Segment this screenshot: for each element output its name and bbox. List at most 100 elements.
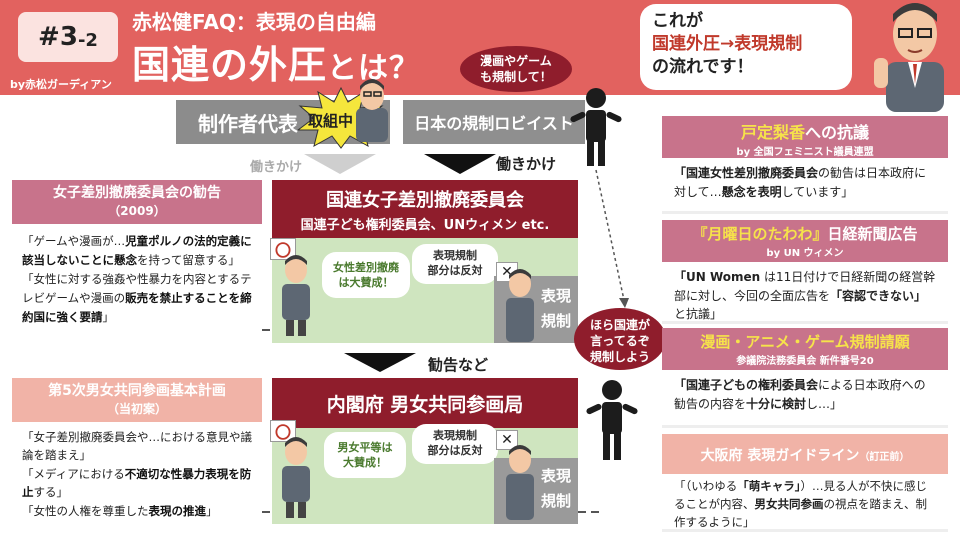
protest-body-d: しています」 — [781, 185, 854, 200]
author-credit: by赤松ガーディアン — [10, 78, 112, 91]
protest-title: 戸定梨香への抗議 — [662, 119, 948, 143]
center-speech-line2: 言ってるぞ — [590, 334, 650, 349]
petition-title: 漫画・アニメ・ゲーム規制請願 — [700, 333, 910, 351]
tawawa-card-body: 「UN Women は11日付けで日経新聞の経営幹部に対し、今回の全面広告を「容… — [662, 262, 948, 324]
tawawa-card-header: 『月曜日のたわわ』日経新聞広告 by UN ウィメン — [662, 220, 948, 262]
gender-plan-p3-c: 」 — [206, 503, 218, 518]
tawawa-body-a: 「UN Women — [674, 270, 761, 284]
un-committee-header: 国連女子差別撤廃委員会 国連子ども権利委員会、UNウィメン etc. — [272, 180, 578, 238]
cabinet-office-title: 内閣府 男女共同参画局 — [326, 394, 524, 416]
cabinet-approve-bubble: 男女平等は 大賛成！ — [324, 432, 406, 478]
petition-sub: 参議院法務委員会 新件番号20 — [736, 356, 874, 367]
osaka-title: 大阪府 表現ガイドライン — [700, 448, 860, 464]
tawawa-title: 『月曜日のたわわ』日経新聞広告 — [662, 223, 948, 244]
cabinet-oppose-bubble: 表現規制 部分は反対 — [412, 424, 498, 464]
un-regulation-label: 表現 規制 — [536, 284, 576, 334]
lobbyist-speech-bubble: 漫画やゲーム も規制して！ — [460, 46, 572, 92]
cedaw-recommendation-header: 女子差別撤廃委員会の勧告 （2009） — [12, 180, 262, 224]
gender-plan-p2-a: 「メディアにおける — [22, 466, 125, 481]
cabinet-approve-line2: 大賛成！ — [343, 456, 387, 470]
cabinet-regulation-label: 表現 規制 — [536, 464, 576, 514]
tawawa-by: by UN ウィメン — [766, 248, 844, 259]
gender-plan-body: 「女子差別撤廃委員会や…における意見や議論を踏まえ」 「メディアにおける不適切な… — [12, 422, 262, 526]
gender-plan-subtitle: （当初案） — [106, 401, 167, 416]
recommendation-label: 勧告など — [428, 356, 489, 374]
cedaw-p2-c: 」 — [102, 309, 115, 324]
un-approve-line2: は大賛成！ — [338, 276, 394, 290]
gender-plan-p3-a: 「女性の人権を尊重した — [22, 503, 149, 518]
creator-avatar-icon — [356, 79, 388, 142]
protest-title-b: への抗議 — [805, 123, 870, 142]
cabinet-oppose-line1: 表現規制 — [433, 429, 477, 442]
un-approve-bubble: 女性差別撤廃 は大賛成！ — [322, 252, 410, 298]
tawawa-title-b: 日経新聞広告 — [827, 225, 918, 243]
center-speech-line3: 規制しよう — [589, 350, 650, 365]
un-regulation-line1: 表現 — [540, 287, 571, 305]
lobbyist-label: 日本の規制ロビイスト — [414, 114, 574, 133]
episode-badge: #3 -2 — [18, 12, 118, 62]
in-progress-badge: 取組中 — [308, 112, 354, 130]
lobbyist-box: 日本の規制ロビイスト — [403, 100, 585, 144]
osaka-body-b: 「萌キャラ」 — [737, 479, 801, 493]
cedaw-paragraph-1: 「ゲームや漫画が…児童ポルノの法的定義に該当しないことに懸念を持って留意する」 — [22, 232, 252, 270]
episode-number: #3 — [38, 22, 78, 52]
cedaw-paragraph-2: 「女性に対する強姦や性暴力を内容とするテレビゲームや漫画の販売を禁止することを締… — [22, 270, 252, 327]
cedaw-year: （2009） — [108, 203, 166, 218]
arrow-down-dark-icon — [424, 154, 496, 174]
cabinet-reject-person-icon — [506, 445, 534, 520]
arrow-down-recommend-icon — [344, 353, 416, 372]
un-committee-title: 国連女子差別撤廃委員会 — [326, 190, 524, 211]
lobbyist-speech-line2: も規制して！ — [480, 70, 552, 85]
cedaw-p1-a: 「ゲームや漫画が… — [22, 234, 126, 248]
center-speech-bubble: ほら国連が 言ってるぞ 規制しよう — [574, 308, 666, 370]
osaka-body-d: 男女共同参画 — [754, 496, 824, 511]
bureaucrat-silhouette-icon — [586, 380, 638, 460]
gender-plan-p2: 「メディアにおける不適切な性暴力表現を防止する」 — [22, 465, 252, 502]
episode-subnumber: -2 — [77, 29, 98, 51]
tawawa-title-a: 『月曜日のたわわ』 — [692, 225, 828, 243]
un-oppose-bubble: 表現規制 部分は反対 — [412, 244, 498, 284]
osaka-card-header: 大阪府 表現ガイドライン（訂正前） — [662, 434, 948, 474]
petition-body-d: し…」 — [806, 397, 843, 412]
cabinet-approve-person-icon — [282, 437, 310, 518]
top-speech-line3: の流れです！ — [652, 56, 754, 77]
gender-plan-title: 第5次男女共同参画基本計画 — [48, 383, 226, 399]
left-influence-label: 働きかけ — [250, 160, 303, 175]
osaka-body-a: 「（いわゆる — [674, 479, 738, 493]
un-oppose-line2: 部分は反対 — [427, 264, 483, 278]
protest-by: by 全国フェミニスト議員連盟 — [736, 147, 874, 158]
cedaw-title: 女子差別撤廃委員会の勧告 — [53, 185, 221, 201]
top-speech-line1: これが — [652, 11, 703, 31]
gender-plan-header: 第5次男女共同参画基本計画 （当初案） — [12, 378, 262, 422]
arrow-down-light-icon — [304, 154, 376, 174]
top-speech-line2: 国連外圧→表現規制 — [652, 33, 803, 54]
un-committee-subtitle: 国連子ども権利委員会、UNウィメン etc. — [300, 218, 550, 233]
cedaw-recommendation-body: 「ゲームや漫画が…児童ポルノの法的定義に該当しないことに懸念を持って留意する」 … — [12, 224, 262, 342]
un-oppose-line1: 表現規制 — [433, 249, 477, 262]
cabinet-regulation-line2: 規制 — [540, 491, 571, 510]
gender-plan-p2-c: する」 — [33, 485, 69, 500]
center-speech-line1: ほら国連が — [589, 318, 650, 332]
protest-card-header: 戸定梨香への抗議 by 全国フェミニスト議員連盟 — [662, 116, 948, 158]
cabinet-oppose-line2: 部分は反対 — [427, 444, 483, 458]
protest-title-a: 戸定梨香 — [740, 123, 805, 142]
osaka-card-body: 「（いわゆる「萌キャラ」）…見る人が不快に感じることが内容、男女共同参画の視点を… — [662, 474, 948, 532]
lobbyist-speech-line1: 漫画やゲーム — [480, 54, 552, 68]
cabinet-approve-line1: 男女平等は — [337, 441, 393, 454]
petition-card-header: 漫画・アニメ・ゲーム規制請願 参議院法務委員会 新件番号20 — [662, 328, 948, 370]
cedaw-p1-c: を持って留意する」 — [137, 252, 240, 267]
protest-body-c: 懸念を表明 — [721, 185, 782, 200]
speaker-avatar-icon — [874, 3, 944, 112]
un-regulation-line2: 規制 — [540, 311, 571, 330]
osaka-title-small: （訂正前） — [859, 452, 910, 463]
protest-body-a: 「国連女性差別撤廃委員会 — [674, 166, 819, 180]
cabinet-regulation-line1: 表現 — [540, 467, 571, 485]
lobbyist-silhouette-icon — [570, 88, 622, 166]
series-title: 赤松健FAQ：表現の自由編 — [132, 10, 376, 34]
petition-card-body: 「国連子どもの権利委員会による日本政府への勧告の内容を十分に検討し…」 — [662, 370, 948, 428]
cabinet-office-header: 内閣府 男女共同参画局 — [272, 378, 578, 428]
top-speech-bubble: これが 国連外圧→表現規制 の流れです！ — [640, 4, 852, 90]
petition-body-a: 「国連子どもの権利委員会 — [674, 378, 819, 392]
reject-person-icon — [506, 269, 534, 342]
gender-plan-p3-b: 表現の推進 — [148, 503, 207, 518]
